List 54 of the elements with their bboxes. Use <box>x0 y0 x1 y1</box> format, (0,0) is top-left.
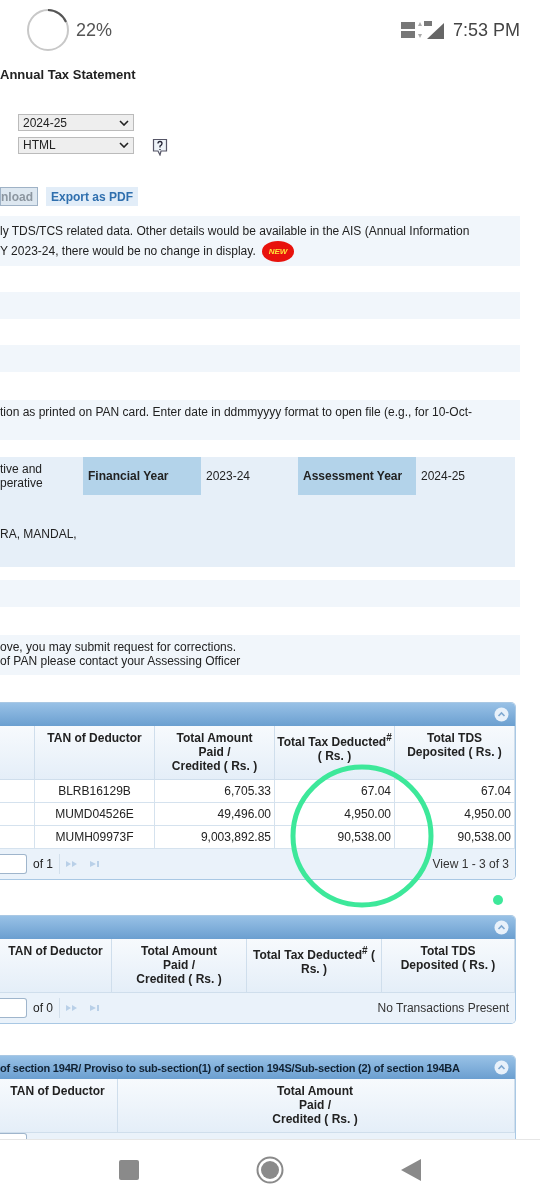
status-text: tive and perative <box>0 461 44 492</box>
table-cell: BLRB16129B <box>35 780 155 803</box>
last-page-icon[interactable] <box>90 1004 102 1012</box>
field-value: 2024-25 <box>420 468 467 485</box>
table-cell: 6,705.33 <box>155 780 275 803</box>
page-button[interactable]: Export as PDF <box>46 187 139 206</box>
field-label: Assessment Year <box>298 457 416 495</box>
table-cell: MUMD04526E <box>35 803 155 826</box>
column-header[interactable]: Total Tax Deducted$^{#}$ ( Rs. ) <box>275 726 395 780</box>
correction-note: ove, you may submit request for corrections. <box>0 640 238 654</box>
column-header <box>0 726 35 780</box>
back-icon[interactable] <box>401 1159 422 1181</box>
column-header[interactable]: TAN of Deductor <box>35 726 155 780</box>
table-cell: 4,950.00 <box>395 803 515 826</box>
records-summary: No Transactions Present <box>377 1001 509 1015</box>
help-icon[interactable] <box>152 138 168 156</box>
progress-percent: 22% <box>76 19 113 41</box>
format-select[interactable]: HTML <box>18 136 134 154</box>
page-input[interactable] <box>0 998 27 1018</box>
page-count: of 1 <box>33 857 53 871</box>
page-count: of 0 <box>33 1001 53 1015</box>
page-title: Annual Tax Statement <box>0 67 137 82</box>
column-header[interactable]: Total TDS Deposited ( Rs. ) <box>395 726 515 780</box>
last-page-icon[interactable] <box>90 860 102 868</box>
page-input[interactable] <box>0 854 27 874</box>
notice-text: Y 2023-24, there would be no change in display. <box>0 243 256 260</box>
chevron-down-icon <box>119 119 129 126</box>
annotation-dot <box>493 895 503 905</box>
table-cell: 67.04 <box>395 780 515 803</box>
collapse-icon[interactable] <box>494 920 509 935</box>
correction-note: of PAN please contact your Assessing Officer <box>0 654 242 668</box>
column-header[interactable]: Total Amount Paid / Credited ( Rs. ) <box>155 726 275 780</box>
notice-text: ly TDS/TCS related data. Other details would be available in the AIS (Annual Information <box>0 223 471 240</box>
chevron-down-icon <box>119 142 129 148</box>
grid-title: of section 194R/ Proviso to sub-section(1) of section 194S/Sub-section (2) of section 194BA <box>0 1061 460 1074</box>
table-cell: 49,496.00 <box>155 803 275 826</box>
table-cell <box>0 803 35 826</box>
home-icon[interactable] <box>256 1156 284 1184</box>
password-note: tion as printed on PAN card. Enter date in ddmmyyyy format to open file (e.g., for 10-Oct- <box>0 405 472 419</box>
new-badge: NEW <box>261 241 295 262</box>
collapse-icon[interactable] <box>494 1060 509 1075</box>
loading-ring-icon <box>26 8 70 52</box>
collapse-icon[interactable] <box>494 707 509 722</box>
clock-time: 7:53 PM <box>452 19 520 41</box>
table-cell: 67.04 <box>275 780 395 803</box>
field-label: Financial Year <box>83 457 201 495</box>
field-value: 2023-24 <box>205 468 252 485</box>
year-select[interactable]: 2024-25 <box>18 114 134 131</box>
table-cell <box>0 780 35 803</box>
records-summary: View 1 - 3 of 3 <box>432 857 509 871</box>
signal-icon <box>400 20 445 40</box>
table-cell: 4,950.00 <box>275 803 395 826</box>
recents-icon[interactable] <box>118 1160 139 1180</box>
address-text: RA, MANDAL, <box>0 527 77 541</box>
